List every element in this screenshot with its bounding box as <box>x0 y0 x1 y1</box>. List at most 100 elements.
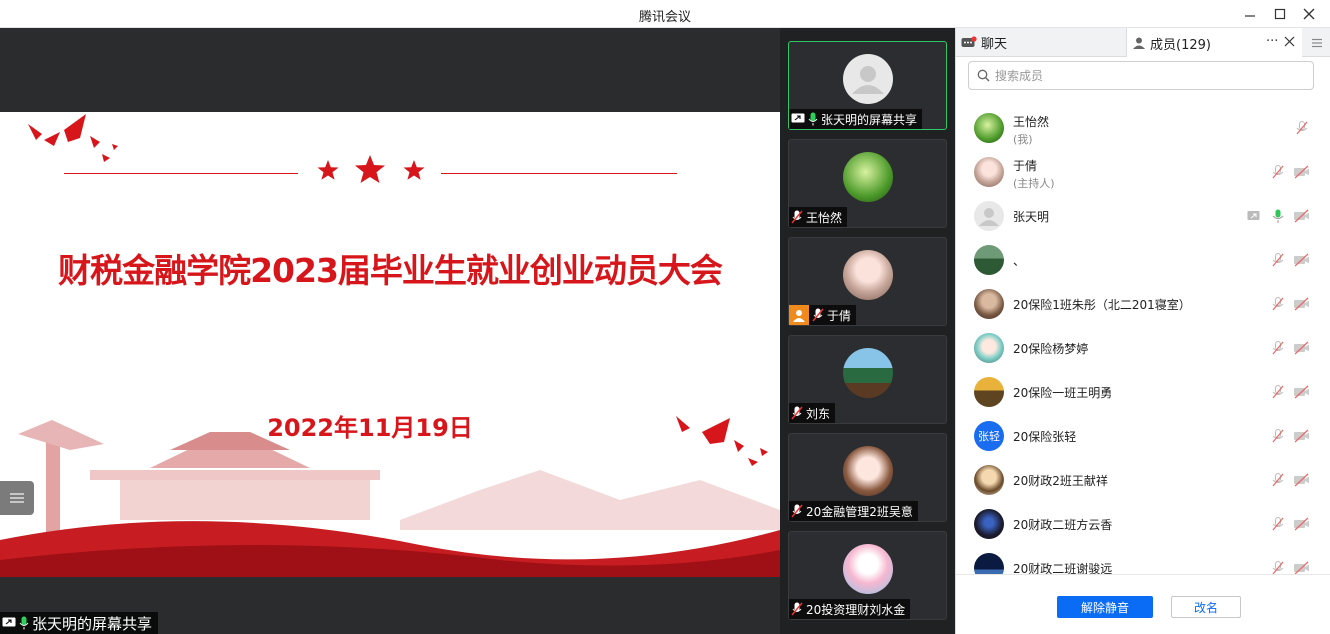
mic-muted-icon[interactable] <box>1270 472 1286 488</box>
camera-off-icon[interactable] <box>1293 384 1309 400</box>
girl2-avatar-icon <box>843 446 893 496</box>
member-avatar <box>974 157 1004 187</box>
member-row[interactable]: 20财政2班王献祥 <box>956 458 1330 502</box>
panel-menu-button[interactable] <box>1302 28 1330 57</box>
rename-button[interactable]: 改名 <box>1171 596 1241 618</box>
member-name: 王怡然 <box>1013 115 1050 129</box>
camera-off-icon[interactable] <box>1293 472 1309 488</box>
camera-off-icon[interactable] <box>1293 164 1309 180</box>
video-tile-label: 20金融管理2班吴意 <box>789 501 918 521</box>
close-icon[interactable] <box>1297 4 1321 24</box>
mic-muted-icon[interactable] <box>1294 120 1310 136</box>
mic-on-icon <box>19 616 29 630</box>
header-line-left <box>64 173 298 174</box>
camera-off-icon[interactable] <box>1293 208 1309 224</box>
member-row[interactable]: 王怡然 (我) <box>956 106 1330 150</box>
screen-share-name: 张天明的屏幕共享 <box>32 614 153 633</box>
mic-muted-icon <box>791 210 803 224</box>
more-options-icon[interactable]: ··· <box>1266 34 1278 49</box>
member-name: 20财政二班方云香 <box>1013 518 1113 532</box>
camera-off-icon[interactable] <box>1293 296 1309 312</box>
member-name: 20保险杨梦婷 <box>1013 342 1089 356</box>
member-row[interactable]: 张轻 20保险张轻 <box>956 414 1330 458</box>
member-row[interactable]: 20财政二班方云香 <box>956 502 1330 546</box>
member-row[interactable]: 20财政二班谢骏远 <box>956 546 1330 574</box>
video-tile-column: 张天明的屏幕共享 王怡然 于倩 刘东 20金融管理2班吴意 20投资理财刘水金 <box>780 28 955 634</box>
member-row[interactable]: 、 <box>956 238 1330 282</box>
scene-avatar-icon <box>843 348 893 398</box>
member-avatar <box>974 377 1004 407</box>
video-tile-2[interactable]: 于倩 <box>788 237 947 326</box>
window-titlebar: 腾讯会议 <box>0 0 1330 28</box>
girl-avatar-icon <box>843 250 893 300</box>
mic-muted-icon[interactable] <box>1270 560 1286 574</box>
mic-muted-icon[interactable] <box>1270 516 1286 532</box>
member-avatar-text: 张轻 <box>978 430 1000 443</box>
mic-muted-icon[interactable] <box>1270 296 1286 312</box>
stars-icon <box>317 155 425 183</box>
presentation-slide: 财税金融学院2023届毕业生就业创业动员大会 2022年11月19日 <box>0 112 780 577</box>
screen-share-icon <box>1247 211 1260 220</box>
video-tile-5[interactable]: 20投资理财刘水金 <box>788 531 947 620</box>
slide-title: 财税金融学院2023届毕业生就业创业动员大会 <box>58 251 723 290</box>
tab-chat[interactable]: 聊天 <box>956 28 1127 57</box>
member-row[interactable]: 20保险一班王明勇 <box>956 370 1330 414</box>
member-avatar <box>974 465 1004 495</box>
menu-icon <box>10 493 24 503</box>
member-row[interactable]: 20保险1班朱彤（北二201寝室） <box>956 282 1330 326</box>
mic-muted-icon <box>791 602 803 616</box>
member-name: 20保险1班朱彤（北二201寝室） <box>1013 298 1191 312</box>
member-search-box[interactable] <box>968 61 1314 90</box>
video-tile-1[interactable]: 王怡然 <box>788 139 947 228</box>
video-tile-name: 王怡然 <box>806 210 843 225</box>
member-name: 20保险一班王明勇 <box>1013 386 1113 400</box>
camera-off-icon[interactable] <box>1293 428 1309 444</box>
tab-members[interactable]: 成员(129) ··· <box>1127 28 1302 58</box>
default-avatar-icon <box>843 54 893 104</box>
close-panel-icon[interactable] <box>1284 36 1295 47</box>
member-row[interactable]: 20保险杨梦婷 <box>956 326 1330 370</box>
video-tile-label: 20投资理财刘水金 <box>789 599 911 619</box>
member-name: 20财政2班王献祥 <box>1013 474 1108 488</box>
maximize-icon[interactable] <box>1268 4 1292 24</box>
member-avatar <box>974 289 1004 319</box>
mic-muted-icon[interactable] <box>1270 384 1286 400</box>
search-icon <box>977 69 990 82</box>
mic-muted-icon[interactable] <box>1270 164 1286 180</box>
video-tile-3[interactable]: 刘东 <box>788 335 947 424</box>
member-name: 20财政二班谢骏远 <box>1013 562 1113 574</box>
window-title: 腾讯会议 <box>638 10 691 25</box>
camera-off-icon[interactable] <box>1293 560 1309 574</box>
list-menu-icon <box>1311 38 1322 47</box>
member-row[interactable]: 张天明 <box>956 194 1330 238</box>
video-tile-4[interactable]: 20金融管理2班吴意 <box>788 433 947 522</box>
side-menu-button[interactable] <box>0 481 34 515</box>
member-name: 20保险张轻 <box>1013 430 1077 444</box>
host-icon <box>789 305 809 325</box>
panel-footer: 解除静音 改名 <box>956 574 1330 634</box>
video-tile-label: 于倩 <box>789 305 857 325</box>
video-tile-0[interactable]: 张天明的屏幕共享 <box>788 41 947 130</box>
header-line-right <box>441 173 677 174</box>
doves-decoration-icon <box>28 114 118 162</box>
shared-screen-stage: 财税金融学院2023届毕业生就业创业动员大会 2022年11月19日 张天明的屏… <box>0 28 780 634</box>
camera-off-icon[interactable] <box>1293 340 1309 356</box>
minimize-icon[interactable] <box>1238 4 1262 24</box>
mic-on-icon[interactable] <box>1270 208 1286 224</box>
members-panel: 聊天 成员(129) ··· 王怡然 (我) <box>955 28 1330 634</box>
screen-share-label: 张天明的屏幕共享 <box>0 612 159 634</box>
camera-off-icon[interactable] <box>1293 516 1309 532</box>
member-avatar <box>974 113 1004 143</box>
member-row[interactable]: 于倩 (主持人) <box>956 150 1330 194</box>
member-role: (我) <box>1013 133 1033 146</box>
video-tile-label: 刘东 <box>789 403 836 423</box>
camera-off-icon[interactable] <box>1293 252 1309 268</box>
mic-muted-icon[interactable] <box>1270 252 1286 268</box>
mic-muted-icon[interactable] <box>1270 340 1286 356</box>
video-tile-name: 刘东 <box>806 406 831 421</box>
mic-muted-icon[interactable] <box>1270 428 1286 444</box>
search-input[interactable] <box>995 68 1295 83</box>
member-list: 王怡然 (我) 于倩 (主持人) 张天明 、 20保险1班朱彤（北二201寝室）… <box>956 106 1330 574</box>
unmute-button[interactable]: 解除静音 <box>1057 596 1153 618</box>
cartoon-avatar-icon <box>843 544 893 594</box>
